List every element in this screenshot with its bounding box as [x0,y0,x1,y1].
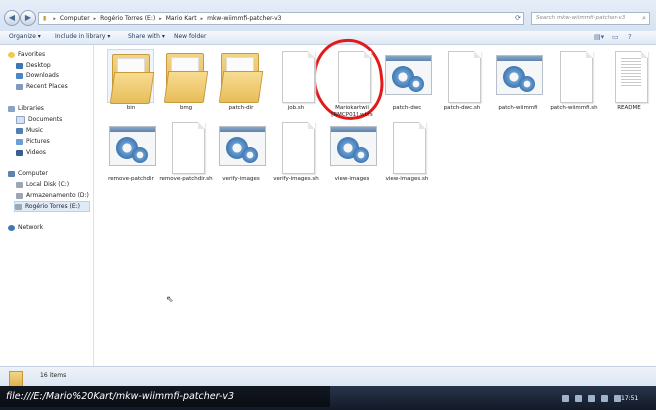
nav-armazenamento[interactable]: Armazenamento (D:) [16,191,89,200]
drive-icon [16,192,23,199]
downloads-icon [16,72,23,79]
folder-icon [162,49,209,103]
folder-icon [9,371,23,387]
computer-icon [8,170,15,177]
executable-icon [328,120,377,174]
breadcrumb-drive[interactable]: Rogério Torres (E:) [100,15,155,22]
chevron-right-icon: ▸ [159,15,162,22]
file-name: README [617,105,641,111]
nav-music[interactable]: Music [16,126,43,135]
help-icon[interactable]: ? [628,33,632,41]
recent-places-icon [16,83,23,90]
drive-icon [16,181,23,188]
nav-documents[interactable]: Documents [16,115,62,124]
forward-arrow-icon: ▶ [24,13,32,22]
folder-icon [217,49,264,103]
item-count: 16 items [40,372,67,379]
back-arrow-icon: ◀ [8,13,16,22]
explorer-window: ◀ ▶ ▮ ▸ Computer ▸ Rogério Torres (E:) ▸… [0,0,656,410]
mouse-cursor-icon: ⇖ [166,295,174,305]
breadcrumb-computer[interactable]: Computer [60,15,90,22]
volume-icon[interactable] [601,394,608,402]
tray-icon[interactable] [562,394,569,402]
executable-icon [383,49,432,103]
clock[interactable]: 17:51 [621,395,638,402]
star-icon [8,51,15,58]
url-overlay: file:///E:/Mario%20Kart/mkw-wiimmfi-patc… [0,386,330,407]
nav-favorites[interactable]: Favorites [8,50,45,59]
new-folder-button[interactable]: New folder [174,33,206,40]
file-icon [438,49,485,103]
executable-icon [217,120,266,174]
executable-icon [494,49,543,103]
text-file-icon [605,49,652,103]
file-icon [272,49,319,103]
pictures-icon [16,138,23,145]
search-placeholder: Search mkw-wiimmfi-patcher-v3 [536,15,626,21]
nav-recent-places[interactable]: Recent Places [16,82,68,91]
file-icon [383,120,430,174]
documents-icon [16,115,25,124]
include-in-library-button[interactable]: Include in library ▾ [55,33,110,40]
preview-pane-icon[interactable]: ▭ [612,33,619,41]
system-tray [559,386,654,410]
nav-local-disk[interactable]: Local Disk (C:) [16,180,69,189]
nav-network[interactable]: Network [8,223,43,232]
tray-icon[interactable] [588,394,595,402]
status-bar: 16 items [0,366,656,387]
file-name: view-images.sh [385,176,429,182]
file-item[interactable]: README [600,49,656,119]
refresh-icon[interactable]: ⟳ [515,14,521,22]
nav-computer[interactable]: Computer [8,169,48,178]
nav-videos[interactable]: Videos [16,148,46,157]
executable-icon [107,120,156,174]
nav-pictures[interactable]: Pictures [16,137,50,146]
command-bar: Organize ▾ Include in library ▾ Share wi… [0,31,656,45]
search-input[interactable]: Search mkw-wiimmfi-patcher-v3 ⌕ [531,12,650,25]
folder-icon: ▮ [43,15,47,22]
nav-desktop[interactable]: Desktop [16,61,51,70]
file-icon [328,49,375,103]
desktop-icon [16,62,23,69]
chevron-right-icon: ▸ [200,15,204,22]
nav-rogerio-drive[interactable]: Rogério Torres (E:) [14,201,90,212]
breadcrumb-mario-kart[interactable]: Mario Kart [166,15,197,22]
file-icon [162,120,209,174]
file-list: bin bmg patch-dir job.sh Mariokartwii [RMCP0… [94,35,656,366]
tray-icon[interactable] [614,394,621,402]
organize-button[interactable]: Organize ▾ [9,33,41,40]
folder-icon [107,49,155,104]
nav-libraries[interactable]: Libraries [8,104,44,113]
breadcrumb-patcher[interactable]: mkw-wiimmfi-patcher-v3 [207,15,281,22]
chevron-right-icon: ▸ [93,15,97,22]
search-icon[interactable]: ⌕ [642,14,646,23]
view-options-icon[interactable]: ▤▾ [594,33,604,41]
drive-icon [15,203,22,210]
tray-icon[interactable] [575,394,582,402]
address-bar[interactable]: ▮ ▸ Computer ▸ Rogério Torres (E:) ▸ Mar… [38,12,524,25]
share-with-button[interactable]: Share with ▾ [128,33,165,40]
forward-button[interactable]: ▶ [20,10,36,26]
libraries-icon [8,105,15,112]
file-icon [272,120,319,174]
videos-icon [16,149,23,156]
address-row: ◀ ▶ ▮ ▸ Computer ▸ Rogério Torres (E:) ▸… [0,0,656,32]
chevron-right-icon: ▸ [53,15,56,22]
file-icon [550,49,597,103]
file-item[interactable]: view-images.sh [378,120,436,190]
network-icon [8,224,15,231]
music-icon [16,127,23,134]
nav-downloads[interactable]: Downloads [16,71,59,80]
back-button[interactable]: ◀ [4,10,20,26]
navigation-pane: Favorites Desktop Downloads Recent Place… [0,45,94,366]
